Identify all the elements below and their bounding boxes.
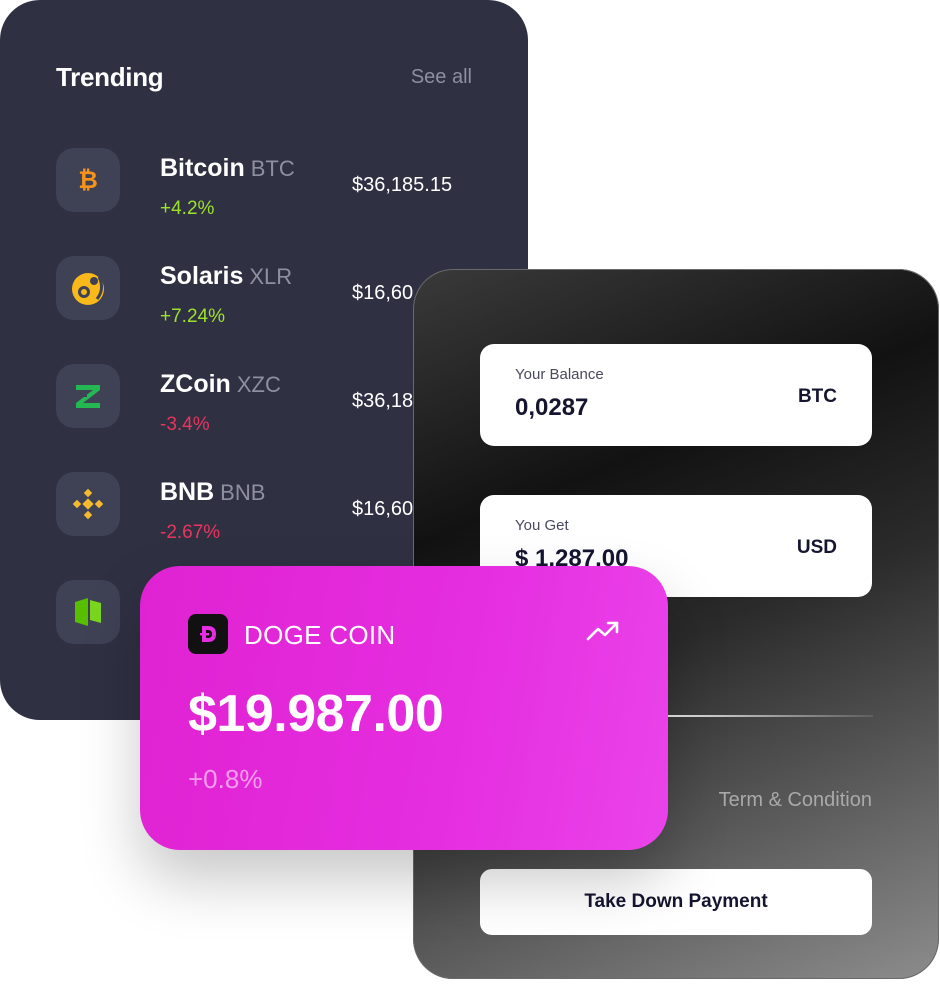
coin-row-bitcoin[interactable]: ₿ Bitcoin BTC +4.2% $36,185.15	[56, 148, 516, 219]
doge-coin-name: DOGE COIN	[244, 620, 396, 650]
coin-symbol: BTC	[250, 156, 295, 181]
dogecoin-icon	[188, 614, 228, 654]
neo-icon	[56, 580, 120, 644]
coin-price: $36,18	[352, 390, 414, 412]
coin-name: Bitcoin BTC	[160, 154, 295, 182]
you-get-unit: USD	[796, 537, 837, 558]
coin-name: BNB BNB	[160, 478, 266, 506]
coin-price: $16,60	[352, 498, 414, 520]
trending-title: Trending	[56, 62, 164, 92]
terms-link[interactable]: Term & Condition	[719, 789, 872, 812]
bitcoin-icon: ₿	[56, 148, 120, 212]
trending-up-icon	[586, 620, 620, 647]
coin-symbol: BNB	[220, 480, 266, 505]
solaris-icon	[56, 256, 120, 320]
coin-price: $16,60	[352, 282, 414, 304]
doge-coin-price: $19.987.00	[188, 685, 444, 743]
balance-label: Your Balance	[515, 366, 604, 383]
doge-coin-card[interactable]: DOGE COIN $19.987.00 +0.8%	[140, 566, 668, 850]
coin-change: -2.67%	[160, 522, 221, 543]
balance-field[interactable]: Your Balance 0,0287 BTC	[480, 344, 872, 446]
divider	[668, 715, 873, 717]
coin-symbol: XLR	[249, 264, 293, 289]
coin-change: +4.2%	[160, 198, 215, 219]
see-all-link[interactable]: See all	[411, 66, 472, 89]
coin-name: Solaris XLR	[160, 262, 293, 290]
coin-symbol: XZC	[236, 372, 281, 397]
coin-change: +7.24%	[160, 306, 225, 327]
coin-name: ZCoin XZC	[160, 370, 281, 398]
take-down-payment-button[interactable]: Take Down Payment	[480, 869, 872, 935]
zcoin-icon	[56, 364, 120, 428]
balance-unit: BTC	[797, 386, 837, 407]
bnb-icon	[56, 472, 120, 536]
coin-change: -3.4%	[160, 414, 210, 435]
balance-value: 0,0287	[515, 394, 589, 421]
you-get-label: You Get	[515, 517, 569, 534]
coin-price: $36,185.15	[352, 174, 453, 196]
doge-coin-change: +0.8%	[188, 764, 263, 794]
svg-text:₿: ₿	[78, 166, 98, 194]
